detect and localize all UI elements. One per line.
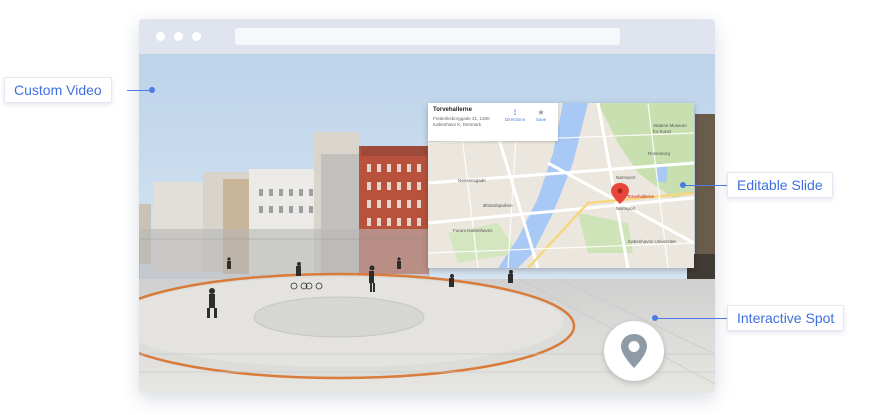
editable-slide-map[interactable]: Torvehallerne Nørreport Nørreport Københ…	[428, 103, 694, 268]
star-icon: ★	[537, 108, 545, 117]
url-bar[interactable]	[235, 28, 620, 45]
directions-icon: ⟟	[513, 108, 517, 117]
interactive-spot-connector	[657, 318, 727, 319]
window-close-dot[interactable]	[156, 32, 165, 41]
map-pin-label: Torvehallerne	[627, 194, 655, 199]
window-maximize-dot[interactable]	[192, 32, 201, 41]
browser-window: Torvehallerne Nørreport Nørreport Københ…	[139, 19, 715, 393]
map-place-address: Frederiksborggade 21, 1360 København K, …	[433, 116, 490, 127]
map-street-label-2: Ørstedsparken	[483, 203, 513, 208]
interactive-spot-connector-dot	[652, 315, 658, 321]
map-street-label-1: Nansensgade	[458, 178, 486, 183]
video-player[interactable]: Torvehallerne Nørreport Nørreport Københ…	[139, 54, 715, 393]
map-directions-button[interactable]: ⟟ Directions	[503, 108, 527, 122]
map-save-label: Save	[535, 117, 547, 122]
map-metro-label-2: Nørreport	[616, 206, 636, 211]
editable-slide-callout: Editable Slide	[727, 172, 833, 198]
map-save-button[interactable]: ★ Save	[529, 108, 553, 122]
browser-toolbar	[139, 19, 715, 54]
editable-slide-connector	[684, 185, 727, 186]
map-museum-label: Statens Museum for Kunst	[653, 123, 687, 134]
map-directions-label: Directions	[504, 117, 525, 122]
map-metro-label-1: Nørreport	[616, 175, 636, 180]
map-street-label-3: Forum Københavns	[453, 228, 493, 233]
map-place-card[interactable]: Torvehallerne Frederiksborggade 21, 1360…	[428, 103, 558, 141]
window-minimize-dot[interactable]	[174, 32, 183, 41]
interactive-spot-callout: Interactive Spot	[727, 305, 845, 331]
map-university-label: Københavns Universitet	[628, 239, 676, 244]
location-pin-icon	[621, 334, 647, 368]
interactive-spot-button[interactable]	[604, 321, 664, 381]
map-park-label: Rosenborg	[648, 151, 671, 156]
hero-illustration: Torvehallerne Nørreport Nørreport Københ…	[0, 0, 869, 415]
editable-slide-connector-dot	[680, 182, 686, 188]
custom-video-callout: Custom Video	[4, 77, 112, 103]
custom-video-connector-dot	[149, 87, 155, 93]
